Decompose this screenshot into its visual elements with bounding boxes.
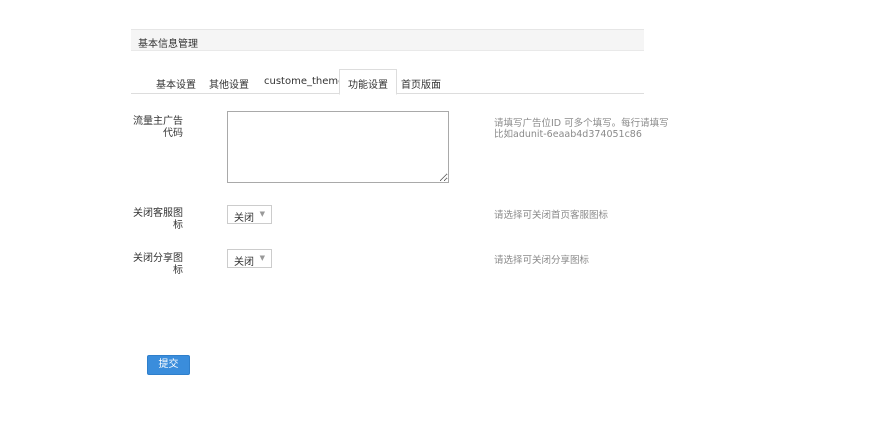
close-service-select[interactable]: 关闭 ▼ <box>227 205 272 224</box>
ad-code-label: 流量主广告 代码 <box>131 116 183 140</box>
submit-button[interactable]: 提交 <box>147 355 190 375</box>
tab-function-settings[interactable]: 功能设置 <box>339 69 397 95</box>
close-share-help: 请选择可关闭分享图标 <box>494 255 590 266</box>
close-service-label-line1: 关闭客服图 <box>133 208 183 219</box>
ad-code-label-line2: 代码 <box>163 128 183 139</box>
tab-custome-theme[interactable]: custome_theme <box>264 69 344 94</box>
close-share-selected-value: 关闭 <box>234 257 254 268</box>
tab-homepage-layout[interactable]: 首页版面 <box>401 69 441 94</box>
chevron-down-icon: ▼ <box>259 210 265 218</box>
tab-basic-settings[interactable]: 基本设置 <box>156 69 196 94</box>
close-share-label-line2: 标 <box>173 265 183 276</box>
ad-code-textarea[interactable] <box>227 111 449 183</box>
tab-bar: 基本设置 其他设置 custome_theme 功能设置 首页版面 <box>131 69 644 95</box>
close-share-select[interactable]: 关闭 ▼ <box>227 249 272 268</box>
chevron-down-icon: ▼ <box>259 254 265 262</box>
ad-code-help-line2: 比如adunit-6eaab4d374051c86 <box>494 129 642 140</box>
tab-other-settings[interactable]: 其他设置 <box>209 69 249 94</box>
ad-code-help: 请填写广告位ID 可多个填写。每行请填写 比如adunit-6eaab4d374… <box>494 118 669 140</box>
panel-header: 基本信息管理 <box>131 29 644 51</box>
close-service-help: 请选择可关闭首页客服图标 <box>494 210 609 221</box>
close-service-label-line2: 标 <box>173 220 183 231</box>
close-service-label: 关闭客服图 标 <box>131 208 183 232</box>
ad-code-label-line1: 流量主广告 <box>133 116 183 127</box>
close-service-selected-value: 关闭 <box>234 213 254 224</box>
close-share-label: 关闭分享图 标 <box>131 253 183 277</box>
close-share-label-line1: 关闭分享图 <box>133 253 183 264</box>
ad-code-help-line1: 请填写广告位ID 可多个填写。每行请填写 <box>494 118 669 129</box>
panel-title: 基本信息管理 <box>138 39 198 50</box>
